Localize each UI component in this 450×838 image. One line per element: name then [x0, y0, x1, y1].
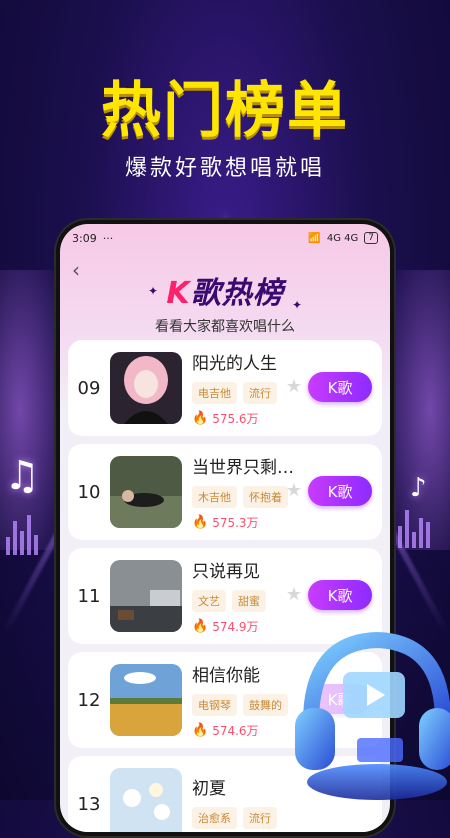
karaoke-button[interactable]: K歌: [308, 372, 372, 402]
rank-number: 12: [77, 689, 101, 711]
star-icon[interactable]: ★: [286, 480, 302, 501]
song-tag: 木吉他: [192, 486, 237, 508]
fire-icon: 🔥: [192, 619, 209, 634]
status-time: 3:09: [72, 231, 97, 245]
music-note-icon-right: ♪: [410, 473, 427, 503]
album-cover: [110, 560, 182, 632]
fire-icon: 🔥: [192, 723, 209, 738]
star-icon[interactable]: ★: [286, 376, 302, 397]
left-glow: [0, 270, 60, 550]
karaoke-button[interactable]: K歌: [308, 476, 372, 506]
song-tag: 电吉他: [192, 382, 237, 404]
status-dots: ···: [102, 231, 114, 245]
karaoke-button[interactable]: K歌: [308, 580, 372, 610]
song-tag: 治愈系: [192, 806, 237, 829]
board-title-rest: 歌热榜: [190, 276, 284, 311]
battery-icon: 7: [364, 232, 378, 244]
equalizer-left: [6, 515, 38, 555]
rank-number: 10: [77, 481, 101, 503]
song-tag: 文艺: [192, 590, 226, 612]
song-tag: 甜蜜: [232, 590, 266, 612]
board-subtitle: 看看大家都喜欢唱什么: [155, 319, 295, 335]
headphones-icon: [281, 612, 450, 802]
list-item[interactable]: 10 当世界只剩… 木吉他 怀抱着 🔥 575.3万 ★ K歌: [68, 444, 382, 540]
board-title: K歌热榜: [60, 268, 390, 312]
heat-count: 574.6万: [212, 724, 259, 738]
music-note-icon-left: ♫: [4, 453, 40, 499]
heat-count: 574.9万: [212, 620, 259, 634]
album-cover: [110, 768, 182, 832]
song-tag: 流行: [243, 382, 277, 404]
heat-count: 575.6万: [212, 412, 259, 426]
right-glow: [390, 270, 450, 550]
list-item[interactable]: 09 阳光的人生 电吉他 流行 🔥 575.6万 ★ K歌: [68, 340, 382, 436]
promo-headline: 热门榜单: [101, 76, 349, 146]
song-tag: 电钢琴: [192, 694, 237, 716]
song-title: 阳光的人生: [192, 354, 277, 374]
rank-number: 13: [77, 793, 101, 815]
rank-number: 11: [77, 585, 101, 607]
equalizer-right: [398, 510, 430, 548]
fire-icon: 🔥: [192, 411, 209, 426]
song-title: 只说再见: [192, 562, 260, 582]
album-cover: [110, 456, 182, 528]
heat-count: 575.3万: [212, 516, 259, 530]
song-tag: 怀抱着: [243, 486, 288, 508]
signal-icon: 📶: [308, 232, 321, 244]
song-title: 当世界只剩…: [192, 458, 294, 478]
status-signal-text: 4G 4G: [326, 232, 359, 244]
rank-number: 09: [77, 377, 101, 399]
album-cover: [110, 352, 182, 424]
album-cover: [110, 664, 182, 736]
promo-subhead: 爆款好歌想唱就唱: [124, 156, 325, 181]
fire-icon: 🔥: [192, 515, 209, 530]
status-bar: 3:09 ··· 📶 4G 4G 7: [60, 224, 390, 252]
board-title-k: K: [166, 276, 191, 311]
star-icon[interactable]: ★: [286, 584, 302, 605]
song-tag: 流行: [243, 806, 277, 829]
